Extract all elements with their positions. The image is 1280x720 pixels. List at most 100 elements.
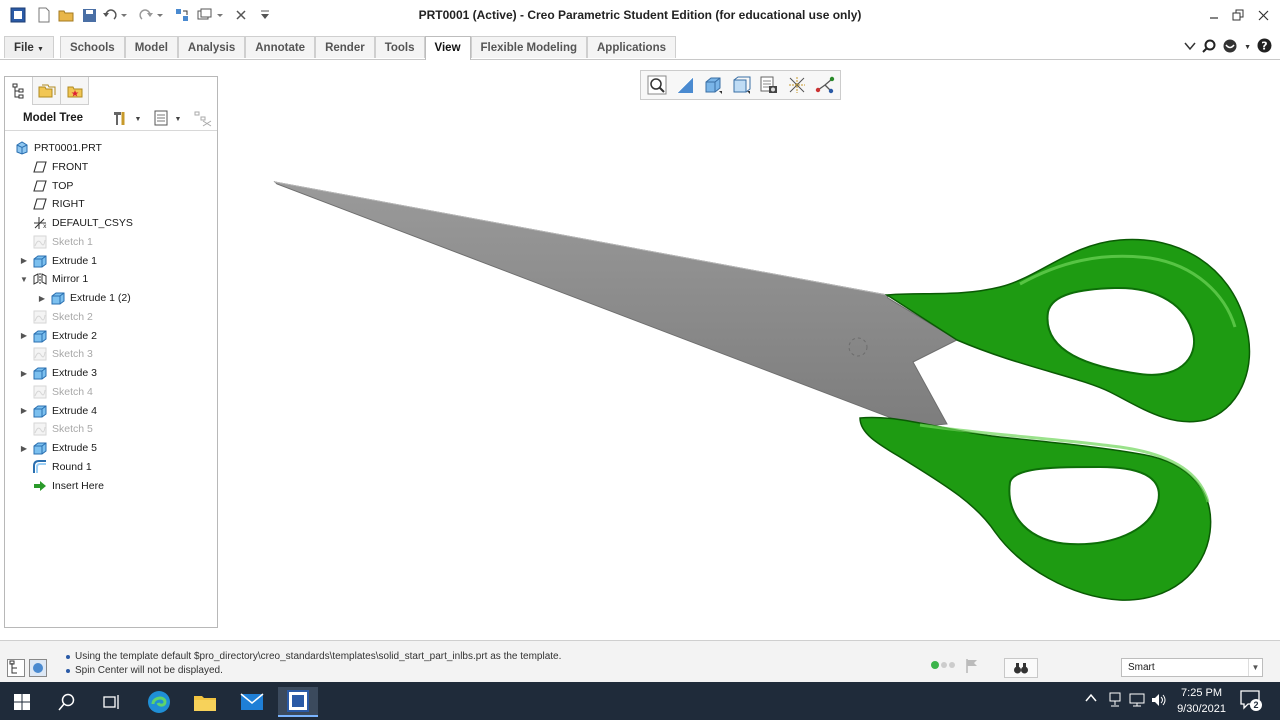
expand-arrow-icon[interactable]: ▶ xyxy=(19,256,29,266)
chevron-down-icon[interactable]: ▼ xyxy=(132,116,144,123)
tab-applications[interactable]: Applications xyxy=(587,36,677,58)
start-icon[interactable] xyxy=(2,687,42,717)
system-clock[interactable]: 7:25 PM 9/30/2021 xyxy=(1177,685,1226,717)
expand-arrow-icon[interactable]: ▶ xyxy=(19,368,29,378)
folder-browser-tab-icon[interactable] xyxy=(33,77,61,105)
edge-browser-icon[interactable] xyxy=(139,687,179,717)
tree-settings-icon[interactable] xyxy=(111,109,129,130)
search-icon[interactable] xyxy=(1202,39,1216,56)
model-tree-tab-icon[interactable] xyxy=(5,77,33,105)
tree-item[interactable]: ▶ Extrude 4 xyxy=(19,402,97,420)
tree-item[interactable]: Sketch 4 xyxy=(19,383,93,401)
restore-icon[interactable] xyxy=(1229,6,1247,24)
scissors-model xyxy=(273,181,1251,601)
tab-view[interactable]: View xyxy=(424,36,471,60)
tree-item[interactable]: ▶ Extrude 1 xyxy=(19,252,97,270)
tree-item-label: PRT0001.PRT xyxy=(34,142,102,154)
message-line-1: Using the template default $pro_director… xyxy=(66,651,561,662)
tree-item[interactable]: Sketch 3 xyxy=(19,345,93,363)
volume-icon[interactable] xyxy=(1151,692,1167,711)
tab-flexible-modeling[interactable]: Flexible Modeling xyxy=(470,36,587,58)
expand-arrow-icon[interactable]: ▶ xyxy=(19,331,29,341)
tree-item[interactable]: ▼ Mirror 1 xyxy=(19,270,88,288)
tree-item[interactable]: PRT0001.PRT xyxy=(15,139,102,157)
graphics-window[interactable] xyxy=(220,62,1280,638)
tree-item[interactable]: ▶ Extrude 5 xyxy=(19,439,97,457)
show-options-icon[interactable] xyxy=(153,109,169,130)
tree-item[interactable]: TOP xyxy=(19,177,73,195)
expand-arrow-icon[interactable]: ▶ xyxy=(19,406,29,416)
help-icon[interactable]: ? xyxy=(1257,38,1272,56)
tree-item-label: Sketch 5 xyxy=(52,423,93,436)
tab-render[interactable]: Render xyxy=(315,36,375,58)
tree-filter-icon[interactable] xyxy=(193,109,213,130)
tree-item-label: Sketch 4 xyxy=(52,385,93,398)
tree-item[interactable]: ▶ Extrude 1 (2) xyxy=(37,289,131,307)
tab-annotate[interactable]: Annotate xyxy=(245,36,316,58)
browser-toggle-icon[interactable] xyxy=(29,659,47,680)
ribbon: File ▼ Schools Model Analysis Annotate R… xyxy=(0,36,1280,60)
close-icon[interactable] xyxy=(1254,6,1272,24)
notification-center-icon[interactable]: 2 xyxy=(1240,690,1262,712)
tree-item[interactable]: Sketch 5 xyxy=(19,420,93,438)
tree-item-label: Extrude 5 xyxy=(52,442,97,454)
minimize-ribbon-icon[interactable] xyxy=(1184,41,1196,54)
selection-filter-value: Smart xyxy=(1128,662,1155,673)
tree-item[interactable]: x DEFAULT_CSYS xyxy=(19,214,133,232)
task-view-icon[interactable] xyxy=(92,687,132,717)
tree-item-label: Mirror 1 xyxy=(52,273,89,286)
tree-item[interactable]: Insert Here xyxy=(19,477,104,495)
creo-app-icon[interactable] xyxy=(278,687,318,717)
show-hidden-icons-icon[interactable] xyxy=(1085,692,1097,706)
tree-item[interactable]: Sketch 1 xyxy=(19,233,93,251)
model-tree-toggle-icon[interactable] xyxy=(7,659,25,680)
tree-item[interactable]: ▶ Extrude 3 xyxy=(19,364,97,382)
minimize-icon[interactable] xyxy=(1205,6,1223,24)
community-icon[interactable] xyxy=(1222,39,1238,56)
datum-plane-icon xyxy=(33,160,47,174)
tab-schools[interactable]: Schools xyxy=(59,36,125,58)
datum-plane-icon xyxy=(33,197,47,211)
expand-arrow-icon[interactable]: ▶ xyxy=(37,293,47,303)
mail-icon[interactable] xyxy=(232,687,272,717)
mirror-icon xyxy=(33,272,47,286)
tree-item-label: Extrude 2 xyxy=(52,329,97,342)
chevron-down-icon[interactable]: ▼ xyxy=(1244,44,1251,51)
tab-analysis[interactable]: Analysis xyxy=(177,36,246,58)
favorites-tab-icon[interactable] xyxy=(61,77,89,105)
tree-item[interactable]: FRONT xyxy=(19,158,88,176)
chevron-down-icon[interactable]: ▼ xyxy=(172,116,184,123)
csys-icon: x xyxy=(33,216,47,230)
tree-item-label: FRONT xyxy=(52,160,89,173)
collapse-arrow-icon[interactable]: ▼ xyxy=(19,274,29,284)
selection-filter-select[interactable]: Smart ▼ xyxy=(1121,658,1263,677)
windows-taskbar: 7:25 PM 9/30/2021 2 xyxy=(0,682,1280,720)
expand-arrow-icon[interactable]: ▶ xyxy=(19,443,29,453)
tree-item[interactable]: RIGHT xyxy=(19,195,85,213)
bullet-icon xyxy=(66,668,70,673)
tab-tools[interactable]: Tools xyxy=(374,36,425,58)
file-menu[interactable]: File ▼ xyxy=(4,36,54,58)
sketch-icon xyxy=(33,235,47,249)
find-binoculars-icon[interactable] xyxy=(1004,658,1038,678)
search-icon[interactable] xyxy=(47,687,87,717)
network-icon[interactable] xyxy=(1108,692,1122,711)
tree-item-label: TOP xyxy=(52,179,74,192)
tree-item[interactable]: ▶ Extrude 2 xyxy=(19,327,97,345)
regen-status-icon[interactable] xyxy=(931,661,955,669)
svg-text:x: x xyxy=(43,223,47,230)
tab-model[interactable]: Model xyxy=(124,36,178,58)
tree-item[interactable]: Sketch 2 xyxy=(19,308,93,326)
flag-icon[interactable] xyxy=(965,658,979,677)
tree-item-label: Sketch 3 xyxy=(52,348,93,361)
sketch-icon xyxy=(33,422,47,436)
file-explorer-icon[interactable] xyxy=(185,687,225,717)
display-icon[interactable] xyxy=(1129,692,1145,711)
tree-item[interactable]: Round 1 xyxy=(19,458,92,476)
